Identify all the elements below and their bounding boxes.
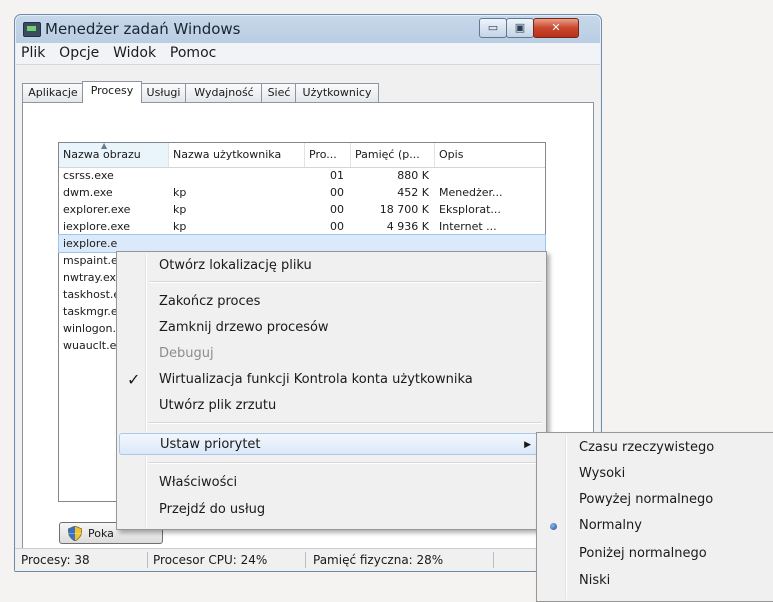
menu-separator xyxy=(149,281,542,283)
menu-separator xyxy=(149,422,542,424)
menu-set-priority[interactable]: Ustaw priorytet ▶ xyxy=(119,433,544,455)
tab-uslugi[interactable]: Usługi xyxy=(140,83,187,102)
menu-opcje[interactable]: Opcje xyxy=(54,43,104,61)
checkmark-icon: ✓ xyxy=(127,370,141,389)
cell-desc: Menedżer... xyxy=(439,186,503,199)
tab-siec[interactable]: Sieć xyxy=(261,83,297,102)
cell-name: explorer.exe xyxy=(63,203,131,216)
cell-cpu: 00 xyxy=(330,220,344,233)
minimize-button[interactable]: ▭ xyxy=(479,18,507,38)
status-cpu: Procesor CPU: 24% xyxy=(149,552,306,568)
tab-procesy[interactable]: Procesy xyxy=(82,81,142,103)
cell-desc: Internet ... xyxy=(439,220,497,233)
tab-aplikacje[interactable]: Aplikacje xyxy=(22,83,84,102)
cell-mem: 4 936 K xyxy=(386,220,429,233)
cell-mem: 18 700 K xyxy=(379,203,429,216)
process-row[interactable]: iexplore.e xyxy=(58,234,546,253)
menu-properties[interactable]: Właściwości xyxy=(119,472,544,494)
status-bar: Procesy: 38 Procesor CPU: 24% Pamięć fiz… xyxy=(15,548,601,571)
maximize-button[interactable]: ▣ xyxy=(506,18,534,38)
priority-realtime[interactable]: Czasu rzeczywistego xyxy=(539,437,773,459)
cell-cpu: 01 xyxy=(330,169,344,182)
radio-selected-icon xyxy=(550,523,557,530)
cell-cpu: 00 xyxy=(330,186,344,199)
priority-high[interactable]: Wysoki xyxy=(539,463,773,485)
column-image-name[interactable]: ▲ Nazwa obrazu xyxy=(59,143,169,167)
process-row[interactable]: dwm.exe kp 00 452 K Menedżer... xyxy=(59,184,545,201)
process-context-menu: Otwórz lokalizację pliku Zakończ proces … xyxy=(116,251,547,530)
cell-mem: 880 K xyxy=(397,169,429,182)
process-row[interactable]: explorer.exe kp 00 18 700 K Eksplorat... xyxy=(59,201,545,218)
menu-widok[interactable]: Widok xyxy=(108,43,161,61)
status-memory: Pamięć fizyczna: 28% xyxy=(309,552,494,568)
process-row[interactable]: iexplore.exe kp 00 4 936 K Internet ... xyxy=(59,218,545,235)
menu-go-to-services[interactable]: Przejdź do usług xyxy=(119,499,544,521)
tab-uzytkownicy[interactable]: Użytkownicy xyxy=(295,83,379,102)
close-button[interactable]: ✕ xyxy=(533,18,579,38)
cell-cpu: 00 xyxy=(330,203,344,216)
task-manager-app-icon xyxy=(23,22,41,37)
menu-end-process[interactable]: Zakończ proces xyxy=(119,291,544,313)
process-list-header: ▲ Nazwa obrazu Nazwa użytkownika Pro... … xyxy=(59,143,545,168)
cell-name: iexplore.exe xyxy=(63,220,130,233)
menu-plik[interactable]: Plik xyxy=(16,43,50,61)
priority-below-normal[interactable]: Poniżej normalnego xyxy=(539,543,773,565)
menu-pomoc[interactable]: Pomoc xyxy=(165,43,221,61)
menu-bar: Plik Opcje Widok Pomoc xyxy=(16,43,600,65)
title-bar[interactable]: Menedżer zadań Windows ▭ ▣ ✕ xyxy=(15,15,601,43)
cell-user: kp xyxy=(173,203,187,216)
column-description[interactable]: Opis xyxy=(435,143,545,167)
priority-normal[interactable]: Normalny xyxy=(539,515,773,537)
cell-name: csrss.exe xyxy=(63,169,114,182)
priority-low[interactable]: Niski xyxy=(539,570,773,592)
process-row[interactable]: csrss.exe 01 880 K xyxy=(59,167,545,184)
cell-name: iexplore.e xyxy=(63,237,118,250)
window-title: Menedżer zadań Windows xyxy=(45,20,241,38)
cell-user: kp xyxy=(173,220,187,233)
cell-mem: 452 K xyxy=(397,186,429,199)
menu-uac-virtualization[interactable]: ✓ Wirtualizacja funkcji Kontrola konta u… xyxy=(119,369,544,391)
tab-wydajnosc[interactable]: Wydajność xyxy=(185,83,263,102)
menu-open-file-location[interactable]: Otwórz lokalizację pliku xyxy=(119,255,544,277)
menu-debug: Debuguj xyxy=(159,346,214,361)
priority-above-normal[interactable]: Powyżej normalnego xyxy=(539,489,773,511)
column-memory[interactable]: Pamięć (p... xyxy=(351,143,435,167)
menu-separator xyxy=(149,462,542,464)
submenu-arrow-icon: ▶ xyxy=(524,440,531,450)
column-cpu[interactable]: Pro... xyxy=(305,143,351,167)
menu-end-process-tree[interactable]: Zamknij drzewo procesów xyxy=(119,317,544,339)
cell-user: kp xyxy=(173,186,187,199)
menu-create-dump-file[interactable]: Utwórz plik zrzutu xyxy=(119,395,544,417)
priority-submenu: Czasu rzeczywistego Wysoki Powyżej norma… xyxy=(536,432,773,602)
uac-shield-icon xyxy=(68,526,82,541)
cell-desc: Eksplorat... xyxy=(439,203,501,216)
column-user-name[interactable]: Nazwa użytkownika xyxy=(169,143,305,167)
status-processes: Procesy: 38 xyxy=(17,552,148,568)
cell-name: dwm.exe xyxy=(63,186,113,199)
sort-ascending-icon: ▲ xyxy=(101,143,108,150)
